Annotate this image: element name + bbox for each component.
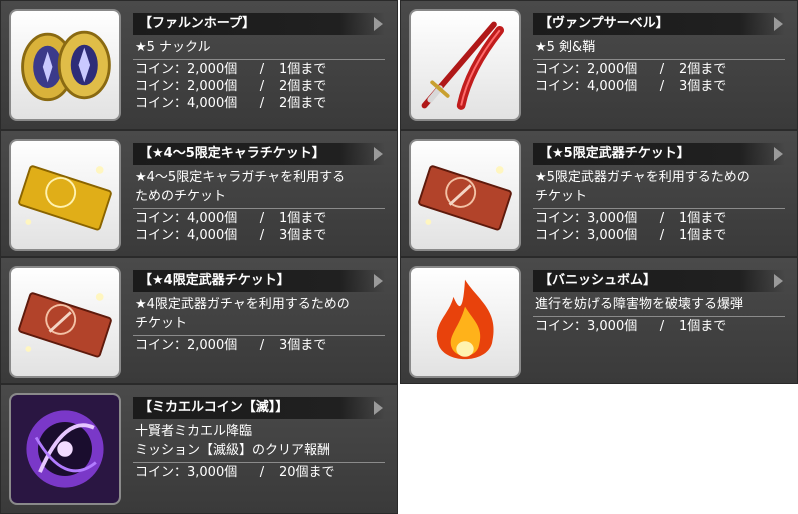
item-description: ★5 剣&鞘	[535, 40, 596, 55]
item-costs: コイン：4,000個/1個まで コイン：4,000個/3個まで	[133, 208, 385, 244]
shop-item-card[interactable]: 【ヴァンプサーベル】 ★5 剣&鞘 コイン：2,000個/2個まで コイン：4,…	[400, 0, 798, 130]
red-weapon-ticket-icon	[9, 266, 121, 378]
item-costs: コイン：2,000個/2個まで コイン：4,000個/3個まで	[533, 59, 785, 95]
vamp-saber-sword-icon	[409, 9, 521, 121]
cost-row: コイン：2,000個/3個まで	[135, 338, 327, 353]
item-title: 【ファルンホープ】	[133, 13, 385, 35]
item-costs: コイン：2,000個/1個まで コイン：2,000個/2個まで コイン：4,00…	[133, 59, 385, 112]
shop-item-card[interactable]: 【★5限定武器チケット】 ★5限定武器ガチャを利用するための チケット コイン：…	[400, 130, 798, 257]
shop-item-card[interactable]: 【ファルンホープ】 ★5 ナックル コイン：2,000個/1個まで コイン：2,…	[0, 0, 398, 130]
item-costs: コイン：3,000個/20個まで	[133, 462, 385, 481]
michael-coin-purple-icon	[9, 393, 121, 505]
item-title: 【★4～5限定キャラチケット】	[133, 143, 385, 165]
cost-row: コイン：4,000個/2個まで	[135, 96, 327, 111]
vanish-bomb-flame-icon	[409, 266, 521, 378]
item-title: 【★4限定武器チケット】	[133, 270, 385, 292]
gold-character-ticket-icon	[9, 139, 121, 251]
cost-row: コイン：2,000個/1個まで	[135, 62, 327, 77]
cost-row: コイン：3,000個/20個まで	[135, 465, 335, 480]
shop-item-card[interactable]: 【ミカエルコイン【滅】】 十賢者ミカエル降臨 ミッション【滅級】のクリア報酬 コ…	[0, 384, 398, 514]
cost-row: コイン：4,000個/3個まで	[135, 228, 327, 243]
item-costs: コイン：3,000個/1個まで コイン：3,000個/1個まで	[533, 208, 785, 244]
item-description: 進行を妨げる障害物を破壊する爆弾	[535, 297, 744, 312]
item-description: ★5限定武器ガチャを利用するための チケット	[535, 170, 750, 204]
item-description: ★4～5限定キャラガチャを利用する ためのチケット	[135, 170, 346, 204]
item-description: ★4限定武器ガチャを利用するための チケット	[135, 297, 350, 331]
cost-row: コイン：3,000個/1個まで	[535, 319, 727, 334]
item-title: 【ミカエルコイン【滅】】	[133, 397, 385, 419]
item-costs: コイン：2,000個/3個まで	[133, 335, 385, 354]
item-title: 【バニッシュボム】	[533, 270, 785, 292]
shop-item-card[interactable]: 【★4限定武器チケット】 ★4限定武器ガチャを利用するための チケット コイン：…	[0, 257, 398, 384]
shop-item-card[interactable]: 【★4～5限定キャラチケット】 ★4～5限定キャラガチャを利用する ためのチケッ…	[0, 130, 398, 257]
red-weapon-ticket-icon	[409, 139, 521, 251]
item-description: 十賢者ミカエル降臨 ミッション【滅級】のクリア報酬	[135, 424, 331, 458]
item-costs: コイン：3,000個/1個まで	[533, 316, 785, 335]
cost-row: コイン：4,000個/3個まで	[535, 79, 727, 94]
cost-row: コイン：2,000個/2個まで	[535, 62, 727, 77]
item-title: 【★5限定武器チケット】	[533, 143, 785, 165]
item-title: 【ヴァンプサーベル】	[533, 13, 785, 35]
cost-row: コイン：3,000個/1個まで	[535, 228, 727, 243]
item-description: ★5 ナックル	[135, 40, 211, 55]
shop-item-card[interactable]: 【バニッシュボム】 進行を妨げる障害物を破壊する爆弾 コイン：3,000個/1個…	[400, 257, 798, 384]
cost-row: コイン：4,000個/1個まで	[135, 211, 327, 226]
cost-row: コイン：3,000個/1個まで	[535, 211, 727, 226]
cost-row: コイン：2,000個/2個まで	[135, 79, 327, 94]
falun-hope-knuckle-icon	[9, 9, 121, 121]
